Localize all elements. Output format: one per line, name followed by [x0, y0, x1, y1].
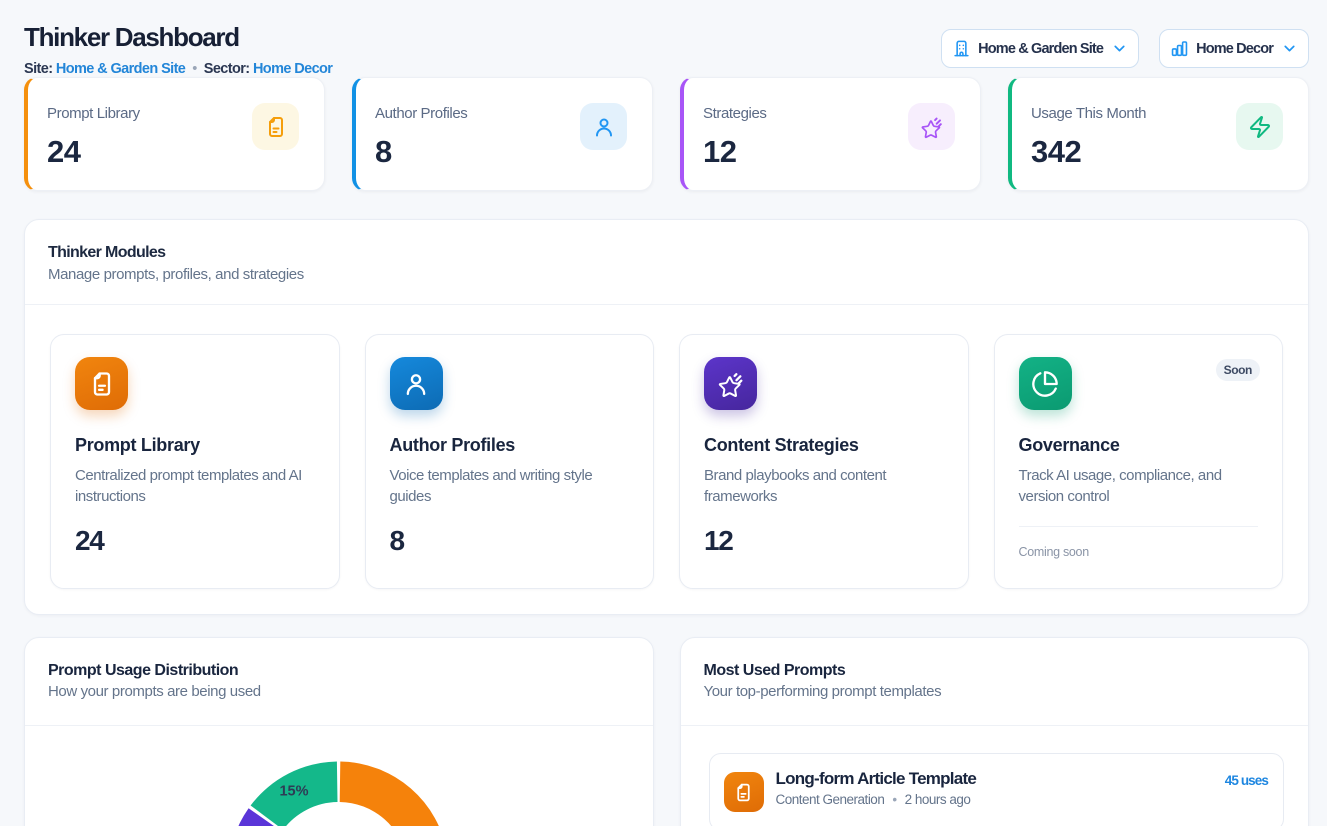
svg-text:15%: 15% — [279, 784, 308, 800]
